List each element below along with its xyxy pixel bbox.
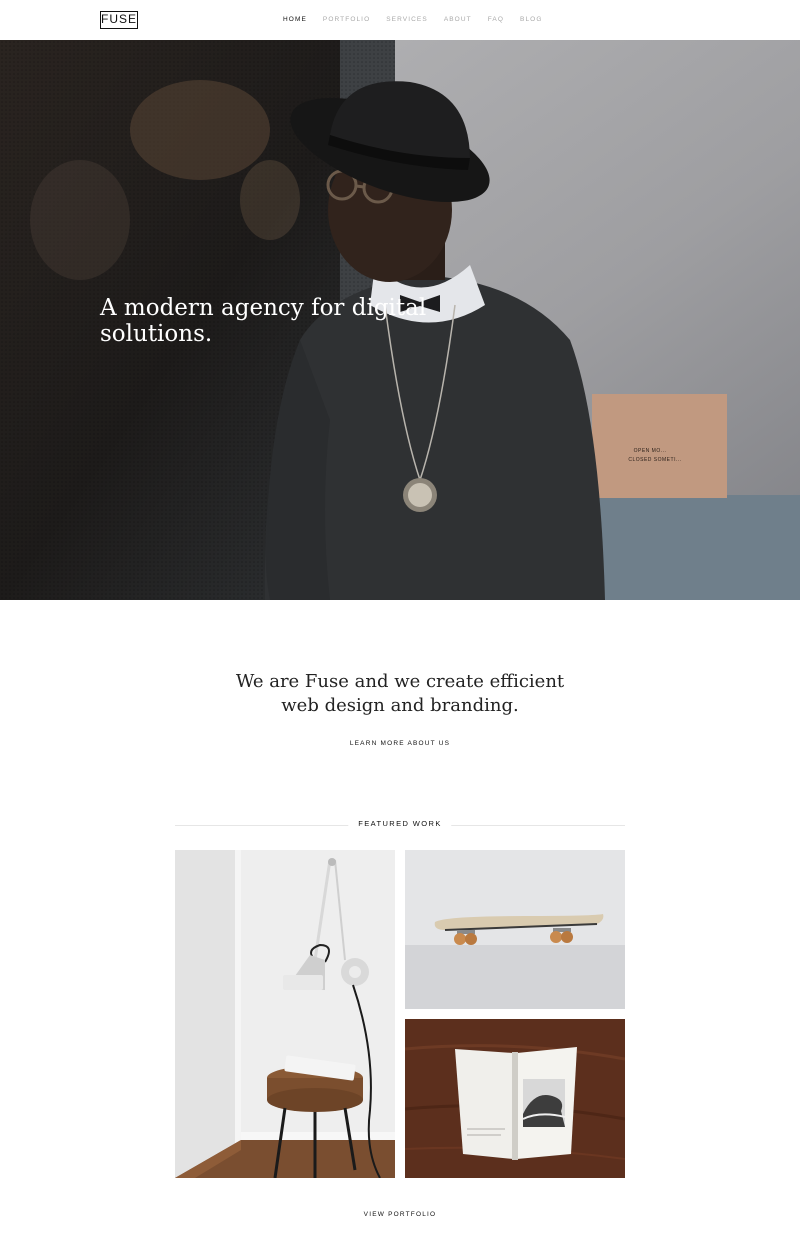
lamp-table-image bbox=[175, 850, 395, 1178]
view-portfolio-link[interactable]: VIEW PORTFOLIO bbox=[364, 1211, 437, 1218]
nav-item-home[interactable]: HOME bbox=[283, 16, 307, 24]
nav-item-portfolio[interactable]: PORTFOLIO bbox=[323, 16, 370, 24]
sign-text-open: OPEN MO... bbox=[634, 448, 667, 454]
fuse-logo[interactable]: FUSE bbox=[100, 11, 138, 29]
nav-item-services[interactable]: SERVICES bbox=[386, 16, 428, 24]
nav-item-faq[interactable]: FAQ bbox=[488, 16, 504, 24]
learn-more-link[interactable]: LEARN MORE ABOUT US bbox=[350, 740, 450, 747]
hero-title: A modern agency for digital solutions. bbox=[100, 295, 427, 347]
intro-text: We are Fuse and we create efficient web … bbox=[235, 671, 565, 716]
view-portfolio-wrapper: VIEW PORTFOLIO bbox=[0, 1203, 800, 1221]
work-item-skateboard[interactable] bbox=[405, 850, 625, 1009]
open-book-image bbox=[405, 1019, 625, 1178]
main-nav: HOME PORTFOLIO SERVICES ABOUT FAQ BLOG bbox=[283, 16, 559, 24]
top-navbar: FUSE HOME PORTFOLIO SERVICES ABOUT FAQ B… bbox=[0, 0, 800, 40]
work-item-lamp-table[interactable] bbox=[175, 850, 395, 1178]
featured-work-heading: FEATURED WORK bbox=[175, 818, 625, 832]
intro-section: We are Fuse and we create efficient web … bbox=[0, 670, 800, 750]
nav-item-blog[interactable]: BLOG bbox=[520, 16, 542, 24]
nav-item-about[interactable]: ABOUT bbox=[444, 16, 472, 24]
skateboard-image bbox=[405, 850, 625, 1009]
hero-section: OPEN MO... CLOSED SOMETI... A modern age… bbox=[0, 40, 800, 600]
sign-text-closed: CLOSED SOMETI... bbox=[628, 457, 681, 463]
work-item-open-book[interactable] bbox=[405, 1019, 625, 1178]
featured-work-label: FEATURED WORK bbox=[348, 819, 452, 828]
